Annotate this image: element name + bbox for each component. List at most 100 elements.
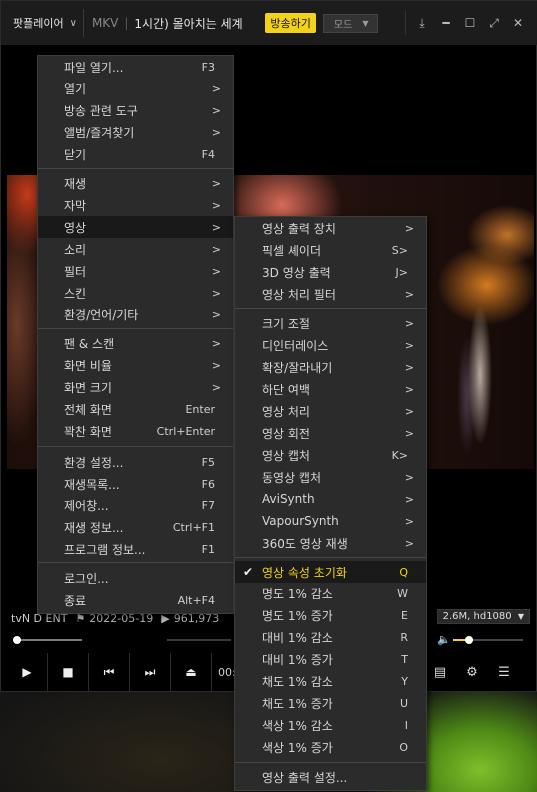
menu-item[interactable]: 확장/잘라내기 > xyxy=(235,356,426,378)
submenu-arrow-icon: > xyxy=(404,382,414,396)
submenu-arrow-icon: > xyxy=(211,103,221,117)
menu-item[interactable]: 하단 여백 > xyxy=(235,378,426,400)
seek-bar-played[interactable] xyxy=(15,639,82,641)
menu-item[interactable]: 크기 조절 > xyxy=(235,312,426,334)
menu-item[interactable]: 360도 영상 재생 > xyxy=(235,532,426,554)
menu-item-label: 앨범/즐겨찾기 xyxy=(64,125,135,140)
menu-item[interactable]: 종료 Alt+F4 xyxy=(38,589,233,611)
submenu-arrow-icon: > xyxy=(404,426,414,440)
menu-item[interactable]: 화면 비율 > xyxy=(38,354,233,376)
close-icon[interactable]: ✕ xyxy=(506,16,530,30)
menu-item[interactable]: 영상 처리 필터 > xyxy=(235,283,426,305)
gear-icon[interactable]: ⚙ xyxy=(456,665,488,680)
fullscreen-icon[interactable]: ⤢ xyxy=(482,16,506,31)
submenu-arrow-icon: > xyxy=(404,514,414,528)
menu-item[interactable]: 재생 > xyxy=(38,172,233,194)
menu-item-label: 로그인... xyxy=(64,571,109,586)
menu-item[interactable]: 방송 관련 도구 > xyxy=(38,99,233,121)
menu-item-label: 명도 1% 감소 xyxy=(262,586,333,601)
previous-icon[interactable]: ⏮ xyxy=(89,653,130,691)
stop-icon[interactable]: ■ xyxy=(48,653,89,691)
menu-item-shortcut: F1 xyxy=(201,542,215,556)
menu-item[interactable]: 자막 > xyxy=(38,194,233,216)
menu-item-shortcut: Alt+F4 xyxy=(177,593,215,607)
menu-item[interactable]: 픽셀 셰이더 S> xyxy=(235,239,426,261)
mode-dropdown[interactable]: 모드 ▼ xyxy=(322,13,378,33)
menu-item[interactable]: 꽉찬 화면 Ctrl+Enter xyxy=(38,420,233,442)
menu-item[interactable]: ✔ 영상 속성 초기화 Q xyxy=(235,561,426,583)
seek-handle[interactable] xyxy=(13,636,21,644)
menu-item[interactable]: 채도 1% 증가 U xyxy=(235,692,426,714)
pin-icon[interactable]: ⤓ xyxy=(410,16,434,31)
menu-item[interactable]: 프로그램 정보... F1 xyxy=(38,538,233,560)
submenu-arrow-icon: > xyxy=(211,81,221,95)
menu-item[interactable]: 동영상 캡처 > xyxy=(235,466,426,488)
menu-item[interactable]: 제어창... F7 xyxy=(38,494,233,516)
submenu-arrow-icon: > xyxy=(211,358,221,372)
chevron-down-icon: ∨ xyxy=(69,17,77,29)
playlist-icon[interactable]: ▤ xyxy=(424,665,456,680)
menu-item-shortcut: O xyxy=(399,740,408,754)
menu-item[interactable]: 로그인... xyxy=(38,567,233,589)
context-menu: 파일 열기... F3 열기 > 방송 관련 도구 > 앨범/즐겨찾기 > 닫기 F4 재생 > 자막 >… xyxy=(37,55,234,614)
live-broadcast-button[interactable]: 방송하기 xyxy=(265,13,316,33)
menu-item[interactable]: 디인터레이스 > xyxy=(235,334,426,356)
menu-item[interactable]: 환경 설정... F5 xyxy=(38,451,233,473)
menu-item[interactable]: 영상 처리 > xyxy=(235,400,426,422)
submenu-arrow-icon: > xyxy=(404,316,414,330)
menu-item-shortcut: E xyxy=(401,608,408,622)
menu-item-label: 크기 조절 xyxy=(262,316,310,331)
menu-item[interactable]: 팬 & 스캔 > xyxy=(38,332,233,354)
app-menu-button[interactable]: 팟플레이어 ∨ xyxy=(7,9,84,37)
menu-item[interactable]: 3D 영상 출력 J> xyxy=(235,261,426,283)
menu-item[interactable]: 스킨 > xyxy=(38,282,233,304)
menu-item-label: 색상 1% 감소 xyxy=(262,718,333,733)
menu-item[interactable]: 열기 > xyxy=(38,77,233,99)
menu-item[interactable]: 색상 1% 증가 O xyxy=(235,736,426,758)
menu-item[interactable]: 전체 화면 Enter xyxy=(38,398,233,420)
menu-item[interactable]: 소리 > xyxy=(38,238,233,260)
volume-handle[interactable] xyxy=(465,636,473,644)
menu-item[interactable]: 대비 1% 감소 R xyxy=(235,626,426,648)
next-icon[interactable]: ⏭ xyxy=(130,653,171,691)
maximize-icon[interactable]: ☐ xyxy=(458,16,482,30)
play-icon[interactable]: ▶ xyxy=(7,653,48,691)
eject-icon[interactable]: ⏏ xyxy=(171,653,212,691)
menu-item-label: 영상 출력 설정... xyxy=(262,770,348,785)
menu-item[interactable]: 영상 출력 설정... xyxy=(235,766,426,788)
menu-item[interactable]: 영상 회전 > xyxy=(235,422,426,444)
menu-item[interactable]: 대비 1% 증가 T xyxy=(235,648,426,670)
menu-item[interactable]: 채도 1% 감소 Y xyxy=(235,670,426,692)
menu-item-label: AviSynth xyxy=(262,492,315,506)
minimize-icon[interactable]: ━ xyxy=(434,16,458,30)
submenu-arrow-icon: > xyxy=(404,360,414,374)
menu-item-label: 환경/언어/기타 xyxy=(64,307,139,322)
menu-item[interactable]: VapourSynth > xyxy=(235,510,426,532)
menu-item-shortcut: S> xyxy=(391,243,408,257)
quality-dropdown[interactable]: 2.6M, hd1080 ▼ xyxy=(436,609,530,624)
menu-item[interactable]: 영상 > xyxy=(38,216,233,238)
volume-icon[interactable]: 🔈 xyxy=(437,633,451,646)
menu-item-label: 명도 1% 증가 xyxy=(262,608,333,623)
menu-item[interactable]: 앨범/즐겨찾기 > xyxy=(38,121,233,143)
menu-item[interactable]: 명도 1% 증가 E xyxy=(235,604,426,626)
seek-bar-remaining[interactable] xyxy=(167,639,231,641)
menu-item[interactable]: 영상 출력 장치 > xyxy=(235,217,426,239)
menu-item[interactable]: 화면 크기 > xyxy=(38,376,233,398)
menu-item[interactable]: 색상 1% 감소 I xyxy=(235,714,426,736)
menu-item[interactable]: 재생목록... F6 xyxy=(38,473,233,495)
menu-icon[interactable]: ☰ xyxy=(488,665,520,680)
menu-item[interactable]: 환경/언어/기타 > xyxy=(38,303,233,325)
menu-item[interactable]: 파일 열기... F3 xyxy=(38,56,233,78)
menu-item[interactable]: 명도 1% 감소 W xyxy=(235,582,426,604)
menu-item[interactable]: 필터 > xyxy=(38,260,233,282)
menu-item[interactable]: 재생 정보... Ctrl+F1 xyxy=(38,516,233,538)
menu-item[interactable]: AviSynth > xyxy=(235,488,426,510)
submenu-arrow-icon: > xyxy=(404,221,414,235)
menu-item-shortcut: R xyxy=(400,630,408,644)
title-bar: 팟플레이어 ∨ MKV | 1시간) 몰아치는 세계 방송하기 모드 ▼ ⤓ ━… xyxy=(1,1,537,45)
menu-item[interactable]: 영상 캡처 K> xyxy=(235,444,426,466)
quality-label: 2.6M, hd1080 xyxy=(442,611,512,622)
menu-item[interactable]: 닫기 F4 xyxy=(38,143,233,165)
menu-item-label: 필터 xyxy=(64,264,87,279)
